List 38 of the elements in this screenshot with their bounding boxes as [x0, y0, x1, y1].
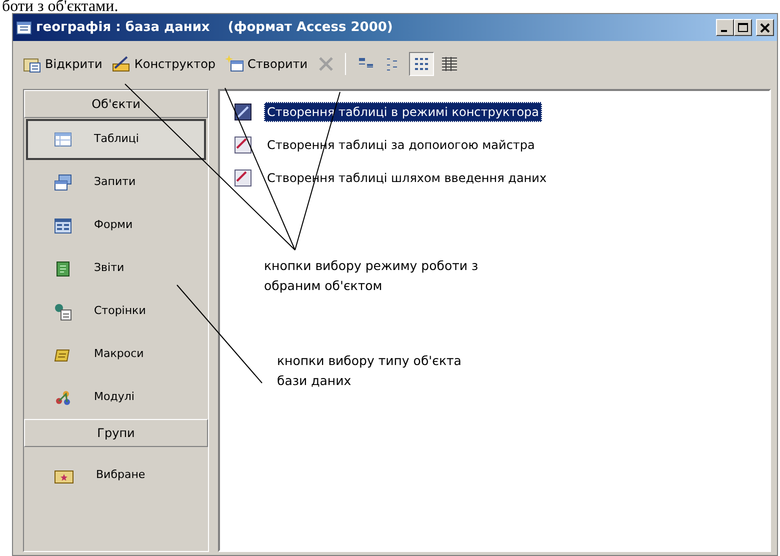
callout-text: кнопки вибору режиму роботи з обраним об'єктом [264, 257, 480, 295]
form-icon [54, 216, 72, 234]
new-table-icon [224, 54, 245, 73]
wizard-icon [234, 136, 252, 154]
close-button[interactable] [756, 19, 774, 36]
design-button[interactable]: Конструктор [108, 51, 219, 76]
module-icon [54, 388, 72, 406]
view-button[interactable] [408, 52, 434, 76]
object-type-item[interactable]: Модулі [26, 377, 206, 418]
design-icon [111, 54, 132, 73]
object-type-item[interactable]: Макроси [26, 334, 206, 375]
report-icon [54, 260, 72, 278]
minimize-button[interactable] [716, 19, 734, 36]
object-type-item[interactable]: Форми [26, 205, 206, 246]
new-table-button[interactable]: Створити [222, 51, 311, 76]
minimize-icon [721, 30, 727, 32]
delete-icon [316, 54, 335, 72]
maximize-icon [738, 22, 748, 32]
list-item[interactable]: Створення таблиці в режимі конструктора [264, 102, 542, 122]
group-item[interactable]: Вибране [26, 455, 206, 496]
open-button[interactable]: Відкрити [19, 51, 106, 76]
object-type-item[interactable]: Сторінки [26, 291, 206, 332]
object-type-item[interactable]: Звіти [26, 248, 206, 289]
design-table-icon [234, 102, 252, 120]
object-type-item[interactable]: Таблиці [26, 119, 206, 160]
database-icon [16, 20, 32, 36]
page-icon [54, 302, 72, 320]
window-title: географія : база даних (формат Access 2000) [36, 18, 393, 37]
details-view-icon [440, 54, 459, 72]
objects-header: Об'єкти [24, 90, 208, 118]
callout-text: кнопки вибору типу об'єкта бази даних [277, 352, 462, 390]
wizard-icon [234, 168, 252, 186]
close-icon [760, 22, 770, 32]
groups-header: Групи [24, 419, 208, 447]
maximize-button[interactable] [734, 19, 752, 36]
query-icon [54, 174, 72, 192]
table-icon [54, 130, 72, 148]
object-type-item[interactable]: Запити [26, 162, 206, 203]
